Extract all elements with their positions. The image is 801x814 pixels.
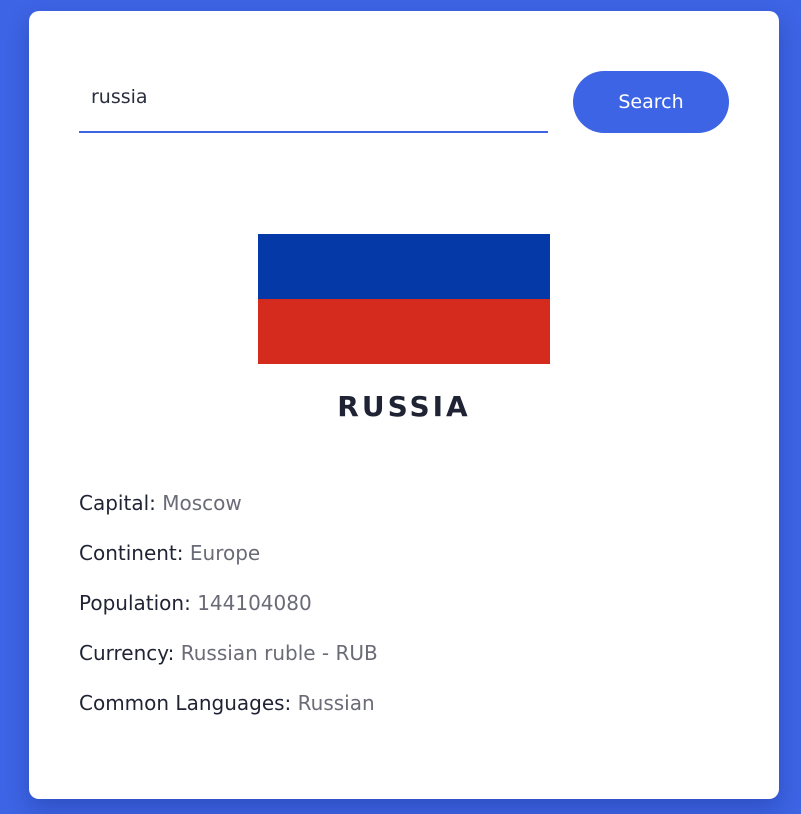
detail-label: Population: [79,591,191,615]
country-card: Search RUSSIA Capital: Moscow Continent:… [29,11,779,799]
detail-label: Common Languages: [79,691,292,715]
search-button[interactable]: Search [573,71,729,133]
detail-value: 144104080 [197,591,312,615]
detail-languages: Common Languages: Russian [79,689,729,739]
detail-label: Capital: [79,491,156,515]
detail-capital: Capital: Moscow [79,489,729,539]
country-details: Capital: Moscow Continent: Europe Popula… [79,489,729,739]
detail-value: Russian ruble - RUB [180,641,378,665]
country-name: RUSSIA [337,390,471,423]
detail-value: Russian [297,691,375,715]
detail-continent: Continent: Europe [79,539,729,589]
country-flag [258,234,550,364]
detail-value: Europe [189,541,261,565]
detail-label: Continent: [79,541,184,565]
flag-stripe-red [258,299,550,364]
search-bar: Search [79,71,729,133]
detail-currency: Currency: Russian ruble - RUB [79,639,729,689]
search-input[interactable] [79,77,548,133]
detail-label: Currency: [79,641,175,665]
flag-stripe-blue [258,234,550,299]
detail-value: Moscow [162,491,242,515]
detail-population: Population: 144104080 [79,589,729,639]
